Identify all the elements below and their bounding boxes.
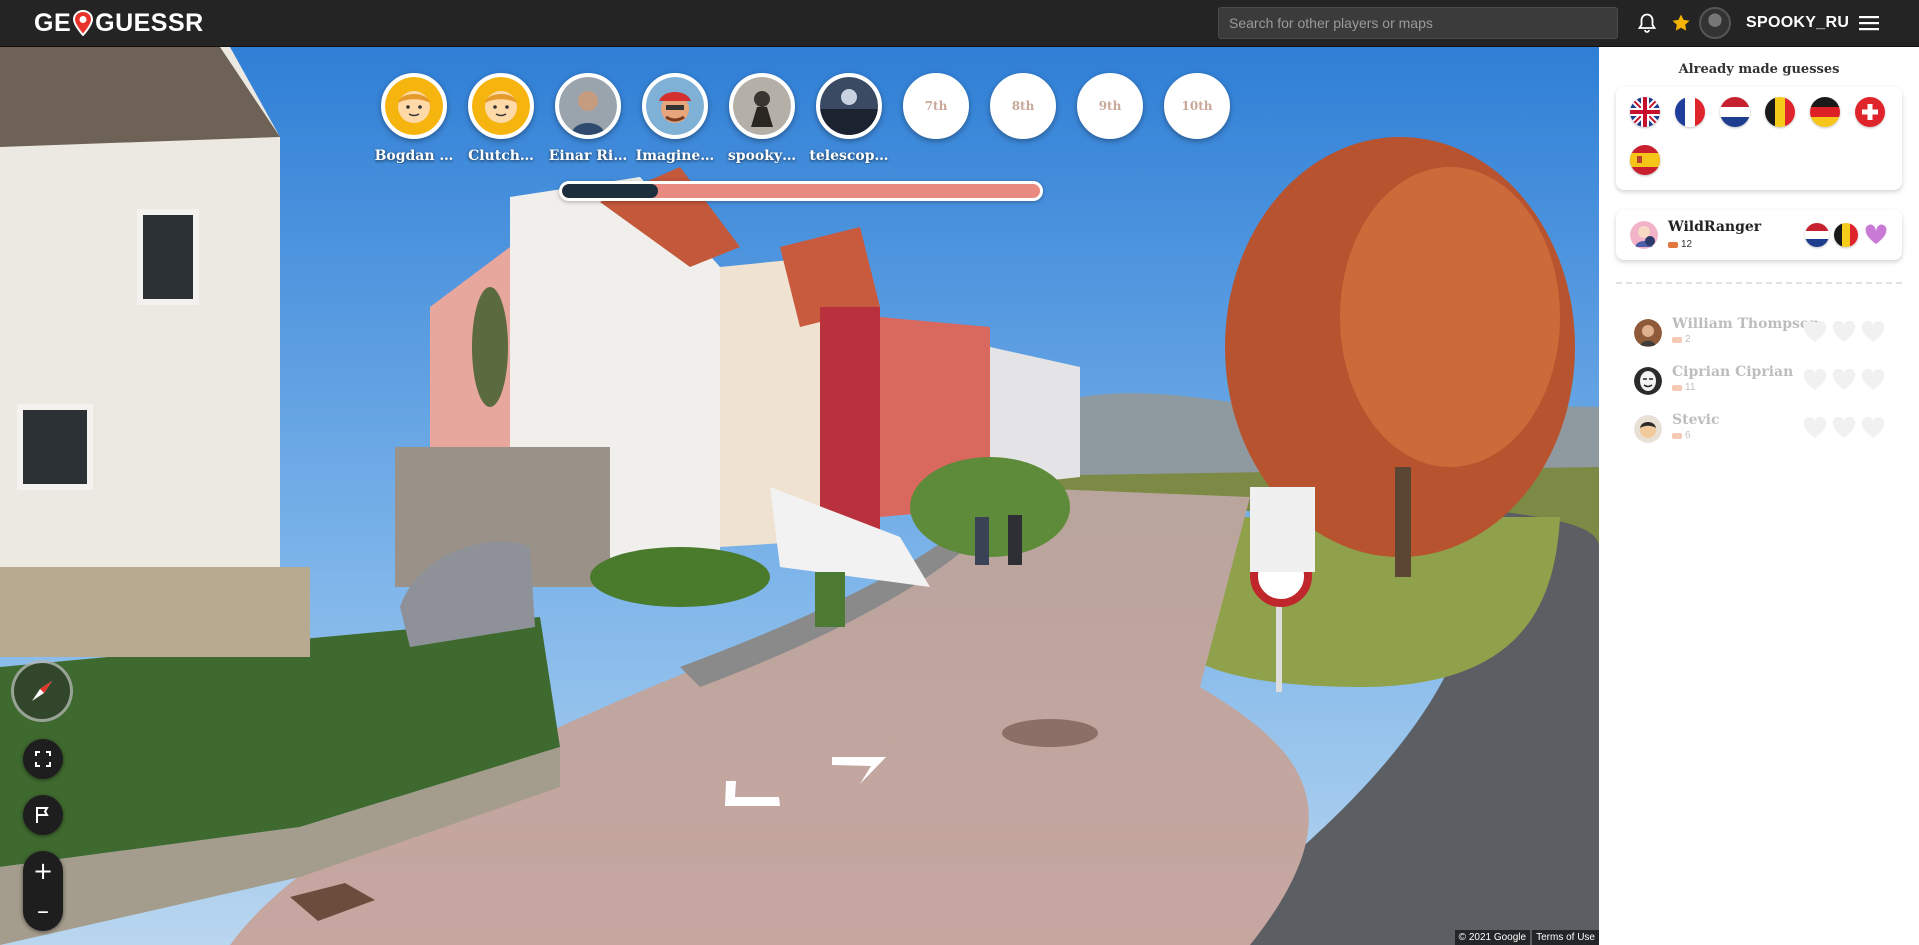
map-attribution: © 2021 Google Terms of Use (1454, 930, 1599, 945)
player-avatar-image (816, 73, 882, 139)
player-avatar-image (381, 73, 447, 139)
flag-netherlands-icon (1805, 223, 1829, 247)
slot-label: 9th (1077, 73, 1143, 139)
flag-belgium-icon (1765, 97, 1795, 127)
panel-title: Already made guesses (1678, 62, 1840, 77)
copyright-text: © 2021 Google (1454, 930, 1531, 945)
player-avatar-image (642, 73, 708, 139)
flag-netherlands-icon (1720, 97, 1750, 127)
player-avatar (1634, 319, 1662, 347)
player-level: 6 (1672, 430, 1691, 441)
flag-united-kingdom-icon (1630, 97, 1660, 127)
slot-label: 10th (1164, 73, 1230, 139)
heart-icon (1861, 416, 1885, 439)
player-name: Imagine… (635, 148, 715, 164)
heart-icon (1861, 368, 1885, 391)
flag-germany-icon (1810, 97, 1840, 127)
player-avatar (1634, 367, 1662, 395)
guessed-flags-card (1616, 87, 1902, 190)
user-avatar[interactable] (1699, 7, 1731, 39)
empty-player-slot: 9th (1070, 73, 1150, 139)
heart-icon (1803, 368, 1827, 391)
geoguessr-logo[interactable]: GE GUESSR (34, 8, 204, 38)
slot-label: 7th (903, 73, 969, 139)
heart-icon (1832, 320, 1856, 343)
logo-text-left: GE (34, 8, 72, 37)
player-level: 12 (1668, 239, 1692, 250)
player-name: WildRanger (1668, 219, 1762, 235)
logo-text-right: GUESSR (95, 8, 204, 37)
player-name: Bogdan … (374, 148, 454, 164)
player-avatar[interactable]: Bogdan … (374, 73, 454, 164)
player-name: Ciprian Ciprian (1672, 364, 1794, 380)
player-avatar-image (555, 73, 621, 139)
empty-player-slot: 10th (1157, 73, 1237, 139)
player-avatar-image (729, 73, 795, 139)
flag-switzerland-icon (1855, 97, 1885, 127)
level-badge-icon (1672, 432, 1682, 439)
flag-spain-icon (1630, 145, 1660, 175)
fullscreen-button[interactable] (23, 739, 63, 779)
player-name: telescop… (809, 148, 889, 164)
player-level: 2 (1672, 334, 1691, 345)
player-name: Clutch… (468, 148, 534, 164)
hamburger-menu-icon[interactable] (1857, 11, 1881, 35)
active-player-card[interactable]: WildRanger 12 (1616, 210, 1902, 260)
guesses-panel: Already made guesses WildRanger 12 Willi… (1599, 47, 1919, 945)
player-name: Einar Ri… (548, 148, 628, 164)
terms-of-use-link[interactable]: Terms of Use (1532, 930, 1599, 945)
player-avatar[interactable]: spooky… (722, 73, 802, 164)
heart-icon (1864, 223, 1888, 246)
player-avatar (1630, 221, 1658, 249)
heart-icon (1832, 416, 1856, 439)
empty-player-slot: 7th (896, 73, 976, 139)
player-map-search-input[interactable] (1218, 7, 1618, 39)
empty-player-slot: 8th (983, 73, 1063, 139)
zoom-in-button[interactable]: + (23, 851, 63, 891)
compass[interactable] (11, 660, 73, 722)
player-name: Stevic (1672, 412, 1720, 428)
level-badge-icon (1672, 384, 1682, 391)
player-avatar[interactable]: Einar Ri… (548, 73, 628, 164)
panel-divider (1616, 282, 1902, 284)
top-bar: GE GUESSR SPOOKY_RU (0, 0, 1919, 47)
flag-belgium-icon (1834, 223, 1858, 247)
location-pin-icon (72, 9, 94, 37)
zoom-out-button[interactable]: – (23, 891, 63, 931)
player-avatar (1634, 415, 1662, 443)
heart-icon (1861, 320, 1885, 343)
street-view-panorama[interactable]: Bogdan … Clutch… Einar Ri… Imagine… spoo… (0, 47, 1599, 945)
zoom-controls: + – (23, 851, 63, 931)
flag-france-icon (1675, 97, 1705, 127)
fullscreen-icon (35, 751, 51, 767)
player-avatar[interactable]: telescop… (809, 73, 889, 164)
player-name: William Thompson (1672, 316, 1820, 332)
player-name: spooky… (727, 148, 797, 164)
player-level: 11 (1672, 382, 1695, 393)
level-badge-icon (1672, 336, 1682, 343)
return-to-start-button[interactable] (23, 795, 63, 835)
star-icon[interactable] (1669, 11, 1693, 35)
heart-icon (1832, 368, 1856, 391)
compass-needle-icon (32, 681, 52, 701)
bell-icon[interactable] (1635, 11, 1659, 35)
round-timer-progress (559, 181, 1043, 201)
heart-icon (1803, 416, 1827, 439)
player-avatar[interactable]: Clutch… (461, 73, 541, 164)
heart-icon (1803, 320, 1827, 343)
round-timer-fill (562, 184, 658, 198)
flag-icon (36, 807, 49, 823)
player-avatar-image (468, 73, 534, 139)
level-badge-icon (1668, 241, 1678, 248)
player-avatar[interactable]: Imagine… (635, 73, 715, 164)
slot-label: 8th (990, 73, 1056, 139)
username-label[interactable]: SPOOKY_RU (1746, 14, 1849, 32)
